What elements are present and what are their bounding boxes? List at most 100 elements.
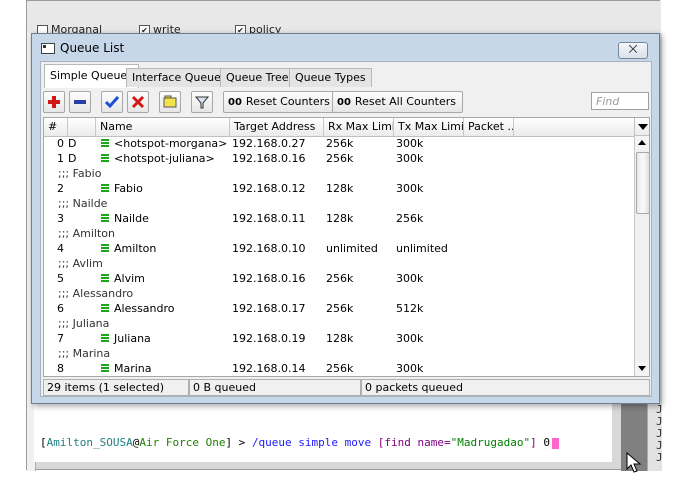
terminal-command-line[interactable]: [Amilton_SOUSA@Air Force One] > /queue s… <box>40 436 559 449</box>
add-icon <box>48 96 60 108</box>
tab-queue-tree[interactable]: Queue Tree <box>220 68 295 87</box>
row-comment: ;;; Nailde <box>58 197 108 210</box>
tab-interface-queues[interactable]: Interface Queues <box>126 68 233 87</box>
queue-icon <box>101 139 109 147</box>
queue-icon <box>101 364 109 372</box>
remove-button[interactable] <box>69 91 91 113</box>
row-rx-max-limit: 128k <box>326 212 354 225</box>
row-number: 5 <box>57 272 64 285</box>
table-row[interactable]: 2 Fabio 192.168.0.12 128k 300k <box>44 181 634 196</box>
disable-x-icon <box>131 95 145 109</box>
find-input[interactable]: Find <box>591 92 649 110</box>
row-rx-max-limit: 128k <box>326 182 354 195</box>
tab-simple-queues[interactable]: Simple Queues <box>44 64 139 88</box>
terminal-find-value: "Madrugadao" <box>450 436 531 449</box>
reset-all-counters-button[interactable]: 00 Reset All Counters <box>332 91 463 113</box>
scroll-up-arrow-icon[interactable] <box>635 136 649 150</box>
status-bytes-queued: 0 B queued <box>189 379 361 396</box>
table-comment-row[interactable]: ;;; Amilton <box>44 226 634 241</box>
tab-queue-types[interactable]: Queue Types <box>289 68 372 87</box>
table-row[interactable]: 6 Alessandro 192.168.0.17 256k 512k <box>44 301 634 316</box>
table-comment-row[interactable]: ;;; Nailde <box>44 196 634 211</box>
add-button[interactable] <box>43 91 65 113</box>
column-header-number[interactable]: # <box>44 118 68 136</box>
row-target-address: 192.168.0.12 <box>232 182 306 195</box>
scroll-down-arrow-icon[interactable] <box>635 362 649 376</box>
row-comment: ;;; Fabio <box>58 167 102 180</box>
terminal-command: /queue simple move <box>251 436 378 449</box>
scroll-thumb[interactable] <box>636 152 649 214</box>
column-header-name[interactable]: Name <box>96 118 230 136</box>
table-comment-row[interactable]: ;;; Alessandro <box>44 286 634 301</box>
row-target-address: 192.168.0.10 <box>232 242 306 255</box>
row-name-cell: Alvim <box>100 271 230 286</box>
row-name-cell: Alessandro <box>100 301 230 316</box>
row-rx-max-limit: 256k <box>326 137 354 150</box>
table-row[interactable]: 1 D <hotspot-juliana> 192.168.0.16 256k 300k <box>44 151 634 166</box>
table-row[interactable]: 4 Amilton 192.168.0.10 unlimited unlimited <box>44 241 634 256</box>
row-flag <box>68 301 92 316</box>
background-policy-strip: Morganal ✔ write ✔ policy <box>27 1 661 36</box>
table-comment-row[interactable]: ;;; Fabio <box>44 166 634 181</box>
table-comment-row[interactable]: ;;; Avlim <box>44 256 634 271</box>
row-name: <hotspot-morgana> <box>114 137 228 150</box>
row-flag: D <box>68 152 77 165</box>
row-tx-max-limit: 512k <box>396 302 424 315</box>
row-flag <box>68 181 92 196</box>
row-comment: ;;; Marina <box>58 347 111 360</box>
row-number: 8 <box>57 362 64 375</box>
terminal-cursor <box>552 437 559 449</box>
enable-button[interactable] <box>101 91 123 113</box>
vertical-scrollbar[interactable] <box>634 136 649 376</box>
row-name: <hotspot-juliana> <box>114 152 215 165</box>
column-chooser-dropdown[interactable] <box>634 118 649 136</box>
column-header-flags[interactable] <box>68 118 96 136</box>
column-header-rx-max-limit[interactable]: Rx Max Limit <box>324 118 394 136</box>
terminal-user: Amilton_SOUSA <box>46 436 133 449</box>
terminal-console[interactable]: [Amilton_SOUSA@Air Force One] > /queue s… <box>34 403 612 462</box>
row-name: Fabio <box>114 182 143 195</box>
dialog-titlebar[interactable]: Queue List ⨉ <box>32 34 659 62</box>
close-button[interactable]: ⨉ <box>618 42 648 59</box>
row-target-address: 192.168.0.17 <box>232 302 306 315</box>
toolbar: 00 Reset Counters 00 Reset All Counters Fi… <box>41 90 651 116</box>
table-row[interactable]: 0 D <hotspot-morgana> 192.168.0.27 256k 300k <box>44 136 634 151</box>
remove-icon <box>74 100 86 104</box>
row-number: 7 <box>57 332 64 345</box>
status-bar: 29 items (1 selected) 0 B queued 0 packe… <box>43 379 650 396</box>
table-row[interactable]: 7 Juliana 192.168.0.19 128k 300k <box>44 331 634 346</box>
reset-counters-button[interactable]: 00 Reset Counters <box>223 91 337 113</box>
row-flag <box>68 211 92 226</box>
row-number: 0 <box>57 137 64 150</box>
queue-icon <box>101 214 109 222</box>
table-row[interactable]: 8 Marina 192.168.0.14 256k 300k <box>44 361 634 376</box>
row-comment: ;;; Alessandro <box>58 287 134 300</box>
comment-button[interactable] <box>159 91 181 113</box>
column-header-packet[interactable]: Packet ... <box>464 118 514 136</box>
dialog-title: Queue List <box>60 41 125 55</box>
row-name-cell: <hotspot-juliana> <box>100 151 230 166</box>
terminal-find-open: [find name= <box>377 436 451 449</box>
table-row[interactable]: 3 Nailde 192.168.0.11 128k 256k <box>44 211 634 226</box>
row-target-address: 192.168.0.19 <box>232 332 306 345</box>
row-comment: ;;; Amilton <box>58 227 115 240</box>
disable-button[interactable] <box>127 91 149 113</box>
row-rx-max-limit: 256k <box>326 152 354 165</box>
background-right-letters: J J J J J <box>656 403 663 464</box>
status-item-count: 29 items (1 selected) <box>43 379 189 396</box>
row-rx-max-limit: 256k <box>326 302 354 315</box>
table-comment-row[interactable]: ;;; Marina <box>44 346 634 361</box>
filter-button[interactable] <box>191 91 213 113</box>
comment-icon <box>163 95 177 108</box>
row-target-address: 192.168.0.14 <box>232 362 306 375</box>
counter-icon: 00 <box>337 97 351 108</box>
column-header-target-address[interactable]: Target Address <box>230 118 324 136</box>
row-comment: ;;; Avlim <box>58 257 103 270</box>
row-name: Alvim <box>114 272 145 285</box>
row-name: Juliana <box>114 332 151 345</box>
table-row[interactable]: 5 Alvim 192.168.0.16 256k 300k <box>44 271 634 286</box>
row-comment: ;;; Juliana <box>58 317 110 330</box>
table-comment-row[interactable]: ;;; Juliana <box>44 316 634 331</box>
row-tx-max-limit: unlimited <box>396 242 448 255</box>
column-header-tx-max-limit[interactable]: Tx Max Limit <box>394 118 464 136</box>
